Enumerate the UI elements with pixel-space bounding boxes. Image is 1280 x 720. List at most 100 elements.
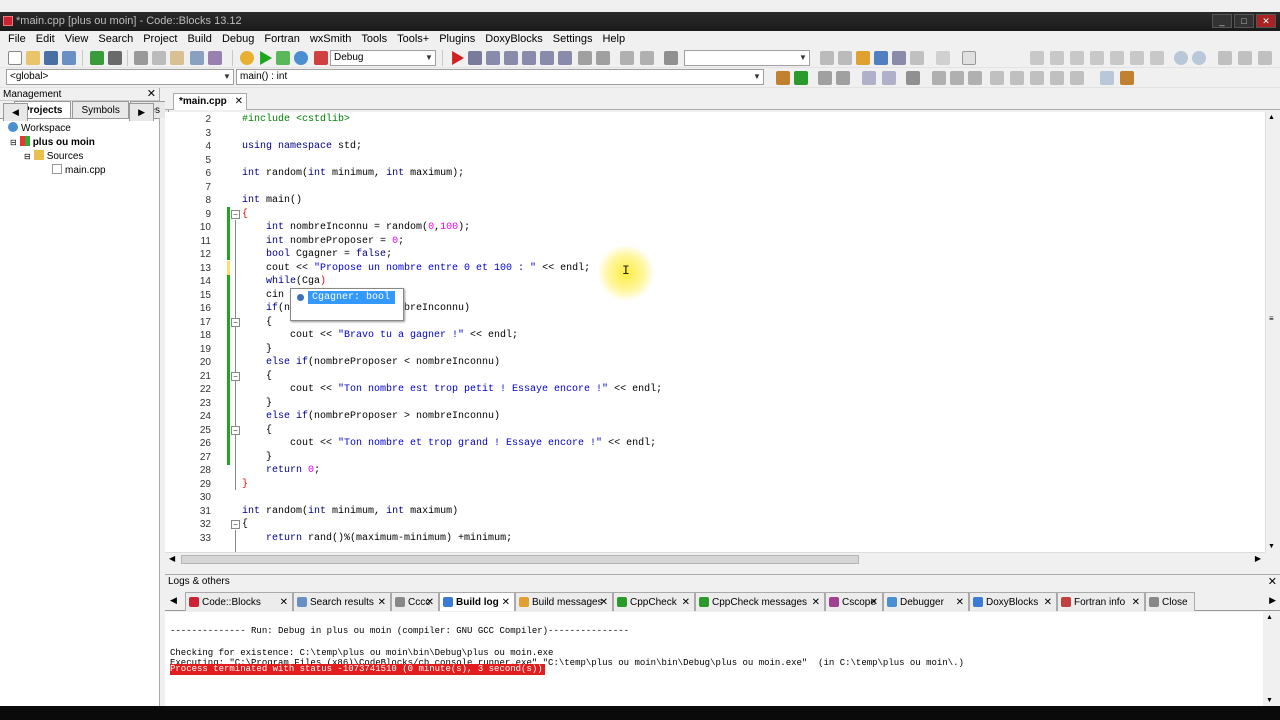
save-icon[interactable] <box>44 51 58 65</box>
frame-icon[interactable] <box>962 51 976 65</box>
doc-icon[interactable] <box>882 71 896 85</box>
code-line[interactable]: 21 { <box>165 370 1265 384</box>
symbol-icon[interactable] <box>1238 51 1252 65</box>
log-tab-close[interactable]: Close <box>1145 592 1195 611</box>
scroll-down-icon[interactable]: ▼ <box>1266 697 1273 704</box>
log-tab-fortran-info[interactable]: Fortran info ✕ <box>1057 592 1145 611</box>
code-line[interactable]: 31 int random(int minimum, int maximum) <box>165 505 1265 519</box>
log-tab-doxyblocks[interactable]: DoxyBlocks ✕ <box>969 592 1057 611</box>
redo-icon[interactable] <box>108 51 122 65</box>
code-line[interactable]: 33 return rand()%(maximum-minimum) +mini… <box>165 532 1265 546</box>
scroll-right-icon[interactable]: ▶ <box>1269 595 1276 606</box>
code-line[interactable]: 4 using namespace std; <box>165 140 1265 154</box>
pause-icon[interactable] <box>578 51 592 65</box>
close-tab-icon[interactable]: ✕ <box>280 593 288 612</box>
code-line[interactable]: 8 int main() <box>165 194 1265 208</box>
maximize-button[interactable]: □ <box>1234 14 1254 28</box>
fold-toggle-icon[interactable]: − <box>231 317 240 327</box>
open-folder-icon[interactable] <box>26 51 40 65</box>
shape-icon[interactable] <box>1030 51 1044 65</box>
scroll-left-icon[interactable]: ◀ <box>170 595 177 606</box>
scroll-up-icon[interactable]: ▲ <box>1266 614 1273 621</box>
run-to-cursor-icon[interactable] <box>468 51 482 65</box>
undo-icon[interactable] <box>90 51 104 65</box>
menu-help[interactable]: Help <box>597 31 630 47</box>
shape-icon[interactable] <box>1110 51 1124 65</box>
log-tab-cccc[interactable]: Cccc ✕ <box>391 592 439 611</box>
run-file-icon[interactable] <box>794 71 808 85</box>
step-out-icon[interactable] <box>522 51 536 65</box>
build-and-run-icon[interactable] <box>276 51 290 65</box>
tab-symbols[interactable]: Symbols <box>72 101 129 118</box>
shape-icon[interactable] <box>1130 51 1144 65</box>
window-icon[interactable] <box>990 71 1004 85</box>
highlight-icon[interactable] <box>856 51 870 65</box>
format-icon[interactable] <box>910 51 924 65</box>
debug-continue-icon[interactable] <box>452 51 464 65</box>
debug-windows-icon[interactable] <box>620 51 634 65</box>
menu-doxyblocks[interactable]: DoxyBlocks <box>480 31 547 47</box>
log-tab-build-messages[interactable]: Build messages ✕ <box>515 592 613 611</box>
step-into-icon[interactable] <box>504 51 518 65</box>
window-icon[interactable] <box>1010 71 1024 85</box>
scroll-left-icon[interactable]: ◀ <box>3 103 28 121</box>
bookmark-next-icon[interactable] <box>968 71 982 85</box>
close-tab-icon[interactable]: ✕ <box>426 593 434 612</box>
menu-debug[interactable]: Debug <box>217 31 259 47</box>
code-line[interactable]: 32 { <box>165 518 1265 532</box>
shape-icon[interactable] <box>1090 51 1104 65</box>
log-tab-debugger[interactable]: Debugger ✕ <box>883 592 969 611</box>
build-target-select[interactable]: Debug ▼ <box>330 50 436 66</box>
abort-icon[interactable] <box>314 51 328 65</box>
tree-item-main-cpp[interactable]: main.cpp <box>52 164 106 178</box>
code-line[interactable]: 28 return 0; <box>165 464 1265 478</box>
code-line[interactable]: 14 while(Cga) <box>165 275 1265 289</box>
code-line[interactable]: 25 { <box>165 424 1265 438</box>
zoom-out-icon[interactable] <box>1192 51 1206 65</box>
code-line[interactable]: 13 cout << "Propose un nombre entre 0 et… <box>165 262 1265 276</box>
compile-file-icon[interactable] <box>776 71 790 85</box>
editor-horizontal-scrollbar[interactable]: ◀ ▶ <box>165 552 1265 565</box>
stop-debug-icon[interactable] <box>596 51 610 65</box>
rebuild-icon[interactable] <box>294 51 308 65</box>
autocomplete-item[interactable]: Cgagner: bool <box>308 291 395 304</box>
function-select[interactable]: main() : int ▼ <box>236 69 764 85</box>
code-line[interactable]: 10 int nombreInconnu = random(0,100); <box>165 221 1265 235</box>
scope-select[interactable]: <global> ▼ <box>6 69 234 85</box>
menu-fortran[interactable]: Fortran <box>259 31 304 47</box>
select-icon[interactable] <box>936 51 950 65</box>
code-line[interactable]: 26 cout << "Ton nombre et trop grand ! E… <box>165 437 1265 451</box>
code-line[interactable]: 2 #include <cstdlib> <box>165 113 1265 127</box>
step-into-instruction-icon[interactable] <box>558 51 572 65</box>
close-tab-icon[interactable]: ✕ <box>682 593 690 612</box>
build-gear-icon[interactable] <box>240 51 254 65</box>
fold-toggle-icon[interactable]: − <box>231 520 240 529</box>
log-tab-build-log[interactable]: Build log ✕ <box>439 592 515 611</box>
jump-icon[interactable] <box>664 51 678 65</box>
menu-settings[interactable]: Settings <box>548 31 598 47</box>
next-line-icon[interactable] <box>486 51 500 65</box>
menu-tools[interactable]: Tools+ <box>392 31 434 47</box>
close-icon[interactable]: ✕ <box>1268 575 1277 589</box>
run-icon[interactable] <box>260 51 272 65</box>
scroll-right-icon[interactable]: ▶ <box>129 103 154 121</box>
bookmark-prev-icon[interactable] <box>932 71 946 85</box>
menu-build[interactable]: Build <box>182 31 216 47</box>
scroll-left-icon[interactable]: ◀ <box>169 554 175 563</box>
save-all-icon[interactable] <box>62 51 76 65</box>
close-tab-icon[interactable]: ✕ <box>235 94 243 110</box>
code-line[interactable]: 5 <box>165 154 1265 168</box>
close-icon[interactable]: ✕ <box>147 88 156 101</box>
bookmark-icon[interactable] <box>950 71 964 85</box>
fold-toggle-icon[interactable]: − <box>231 425 240 435</box>
code-line[interactable]: 7 <box>165 181 1265 195</box>
code-line[interactable]: 3 <box>165 127 1265 141</box>
fold-toggle-icon[interactable]: − <box>231 371 240 381</box>
close-tab-icon[interactable]: ✕ <box>502 593 510 612</box>
code-line[interactable]: 18 cout << "Bravo tu a gagner !" << endl… <box>165 329 1265 343</box>
menu-search[interactable]: Search <box>93 31 138 47</box>
window-icon[interactable] <box>1050 71 1064 85</box>
code-editor[interactable]: 2 #include <cstdlib> 3 4 using namespace std… <box>165 112 1265 552</box>
close-tab-icon[interactable]: ✕ <box>812 593 820 612</box>
close-window-button[interactable]: ✕ <box>1256 14 1276 28</box>
